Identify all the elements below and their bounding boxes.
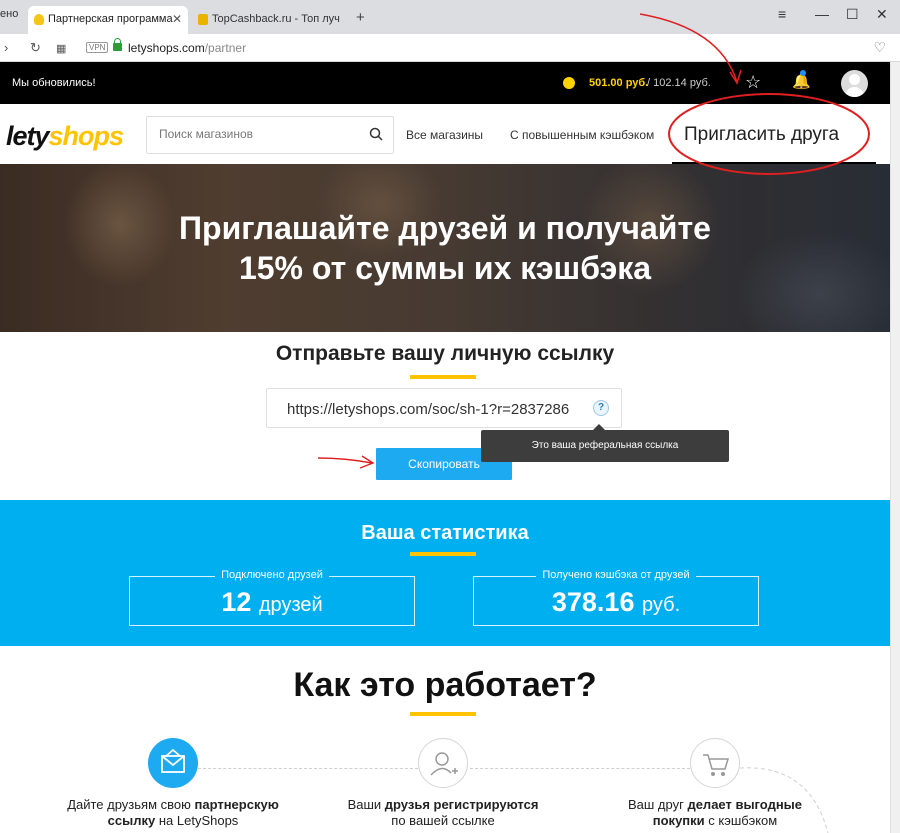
hero-line1: Приглашайте друзей и получайте xyxy=(179,210,711,246)
vpn-badge[interactable]: VPN xyxy=(86,42,109,53)
store-search-input[interactable] xyxy=(159,127,359,141)
referral-link-text[interactable]: https://letyshops.com/soc/sh-1?r=2837286 xyxy=(287,401,569,418)
tab-fragment[interactable]: ено xyxy=(0,8,18,20)
step-3-text-a: Ваш друг xyxy=(627,797,688,812)
stat-friends-value: 12 xyxy=(221,587,252,617)
site-top-bar: Мы обновились! 501.00 руб. / 102.14 руб.… xyxy=(0,62,890,104)
notifications-bell-icon[interactable]: 🔔 xyxy=(792,70,811,90)
referral-link-field[interactable]: https://letyshops.com/soc/sh-1?r=2837286… xyxy=(266,388,622,428)
referral-title: Отправьте вашу личную ссылку xyxy=(275,342,615,365)
stat-cashback-label: Получено кэшбэка от друзей xyxy=(536,569,696,581)
stats-section: Ваша статистика Подключено друзей 12 дру… xyxy=(0,500,890,646)
step-1-text-a: Дайте друзьям свою xyxy=(67,797,195,812)
site-header: letyshops Все магазины С повышенным кэшб… xyxy=(0,104,890,165)
tab-title: TopCashback.ru - Топ луч xyxy=(212,13,340,25)
logo-part2: shops xyxy=(48,121,125,151)
step-3-text-c: покупки xyxy=(652,813,705,828)
step-1-text-c: ссылку xyxy=(107,813,156,828)
stat-cashback-unit: руб. xyxy=(641,594,681,616)
step-2-text: Ваши друзья регистрируются по вашей ссылк… xyxy=(318,797,568,829)
balance-secondary-value: 102.14 руб. xyxy=(653,77,711,89)
page-scrollbar[interactable] xyxy=(890,62,900,833)
tab-topcashback[interactable]: TopCashback.ru - Топ луч xyxy=(192,6,352,34)
reload-icon[interactable]: ↻ xyxy=(30,40,41,56)
minimize-icon[interactable]: — xyxy=(815,6,829,22)
url-field[interactable]: letyshops.com/partner xyxy=(128,41,246,55)
add-user-icon xyxy=(418,738,468,788)
coin-icon xyxy=(563,77,575,89)
help-icon[interactable]: ? xyxy=(593,400,609,416)
logo-part1: lety xyxy=(6,121,50,151)
hero-line2: 15% от суммы их кэшбэка xyxy=(238,250,652,286)
search-icon[interactable] xyxy=(369,127,383,141)
favorites-star-icon[interactable]: ☆ xyxy=(745,72,761,93)
step-2-text-c: по вашей ссылке xyxy=(391,813,495,828)
url-path: /partner xyxy=(204,41,247,55)
hero-title: Приглашайте друзей и получайте 15% от сум… xyxy=(0,208,890,288)
browser-tab-bar: ено Партнерская программа ✕ TopCashback.… xyxy=(0,0,900,34)
lock-icon[interactable] xyxy=(113,38,122,51)
letyshops-favicon-icon xyxy=(34,14,44,25)
forward-icon[interactable]: › xyxy=(4,40,8,55)
nav-increased-cashback[interactable]: С повышенным кэшбэком xyxy=(510,128,654,142)
balance-primary[interactable]: 501.00 руб. xyxy=(589,77,648,89)
balance-separator: / xyxy=(647,77,651,89)
tab-partner-program[interactable]: Партнерская программа ✕ xyxy=(28,6,188,34)
step-1-text: Дайте друзьям свою партнерскую ссылку на … xyxy=(48,797,298,829)
step-2-text-b: друзья регистрируются xyxy=(384,797,539,812)
close-tab-icon[interactable]: ✕ xyxy=(172,12,182,26)
referral-title-underline xyxy=(410,375,476,379)
how-title-underline xyxy=(410,712,476,716)
envelope-icon xyxy=(148,738,198,788)
step-connector xyxy=(198,768,418,769)
new-tab-button[interactable]: + xyxy=(356,9,365,26)
lock-favicon-icon xyxy=(198,14,208,25)
menu-icon[interactable]: ≡ xyxy=(778,6,786,22)
stats-title: Ваша статистика xyxy=(361,522,529,544)
url-host: letyshops.com xyxy=(128,41,205,55)
stat-friends-unit: друзей xyxy=(258,594,323,616)
step-2-text-a: Ваши xyxy=(347,797,385,812)
step-1-text-d: на LetyShops xyxy=(155,813,239,828)
balance-secondary[interactable]: / 102.14 руб. xyxy=(647,77,711,89)
user-avatar[interactable] xyxy=(841,70,868,97)
hero-banner: Приглашайте друзей и получайте 15% от сум… xyxy=(0,164,890,332)
step-3-text-d: с кэшбэком xyxy=(704,813,778,828)
updated-link[interactable]: Мы обновились! xyxy=(12,77,96,89)
store-search xyxy=(146,116,394,154)
step-3-text: Ваш друг делает выгодные покупки с кэшбэк… xyxy=(590,797,840,829)
stat-cashback: Получено кэшбэка от друзей 378.16 руб. xyxy=(473,569,759,626)
speed-dial-icon[interactable]: ▦ xyxy=(56,42,66,55)
notification-dot xyxy=(800,70,806,76)
bookmark-heart-icon[interactable]: ♡ xyxy=(873,39,886,56)
cart-icon xyxy=(690,738,740,788)
nav-invite-friend[interactable]: Пригласить друга xyxy=(684,124,839,146)
how-it-works-title: Как это работает? xyxy=(293,666,597,704)
step-1-text-b: партнерскую xyxy=(194,797,279,812)
maximize-icon[interactable]: ☐ xyxy=(846,6,859,23)
step-3-text-b: делает выгодные xyxy=(687,797,803,812)
close-window-icon[interactable]: ✕ xyxy=(876,6,888,23)
nav-all-stores[interactable]: Все магазины xyxy=(406,128,483,142)
referral-tooltip: Это ваша реферальная ссылка xyxy=(481,424,729,462)
stat-friends-label: Подключено друзей xyxy=(215,569,329,581)
address-bar: › ↻ ▦ VPN letyshops.com/partner ♡ xyxy=(0,34,900,62)
stat-cashback-value: 378.16 xyxy=(551,587,635,617)
stat-friends: Подключено друзей 12 друзей xyxy=(129,569,415,626)
tab-title: Партнерская программа xyxy=(48,13,173,25)
step-connector xyxy=(470,768,690,769)
letyshops-logo[interactable]: letyshops xyxy=(6,121,125,152)
stats-title-underline xyxy=(410,552,476,556)
